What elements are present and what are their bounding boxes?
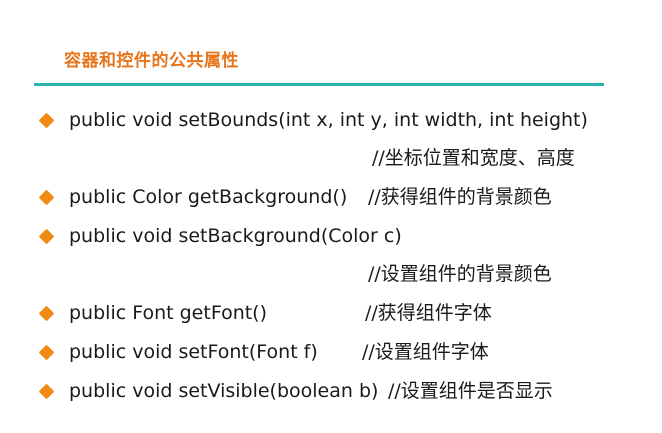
comment-setbounds: //坐标位置和宽度、高度 — [372, 147, 575, 169]
slide-title: 容器和控件的公共属性 — [64, 51, 239, 71]
comment-getbackground: //获得组件的背景颜色 — [368, 186, 552, 208]
diamond-bullet-icon — [38, 383, 55, 400]
comment-setbackground: //设置组件的背景颜色 — [368, 263, 552, 285]
diamond-bullet-icon — [38, 344, 55, 361]
method-setbackground: public void setBackground(Color c) — [69, 225, 402, 247]
comment-setvisible: //设置组件是否显示 — [388, 380, 553, 402]
diamond-bullet-icon — [38, 305, 55, 322]
method-getbackground: public Color getBackground() — [69, 186, 348, 208]
diamond-bullet-icon — [38, 228, 55, 245]
method-setbounds: public void setBounds(int x, int y, int … — [69, 109, 588, 131]
method-getfont: public Font getFont() — [69, 302, 268, 324]
method-setfont: public void setFont(Font f) — [69, 341, 318, 363]
diamond-bullet-icon — [38, 112, 55, 129]
comment-setfont: //设置组件字体 — [362, 341, 489, 363]
method-setvisible: public void setVisible(boolean b) — [69, 380, 379, 402]
title-divider — [34, 83, 604, 86]
diamond-bullet-icon — [38, 189, 55, 206]
comment-getfont: //获得组件字体 — [365, 302, 492, 324]
